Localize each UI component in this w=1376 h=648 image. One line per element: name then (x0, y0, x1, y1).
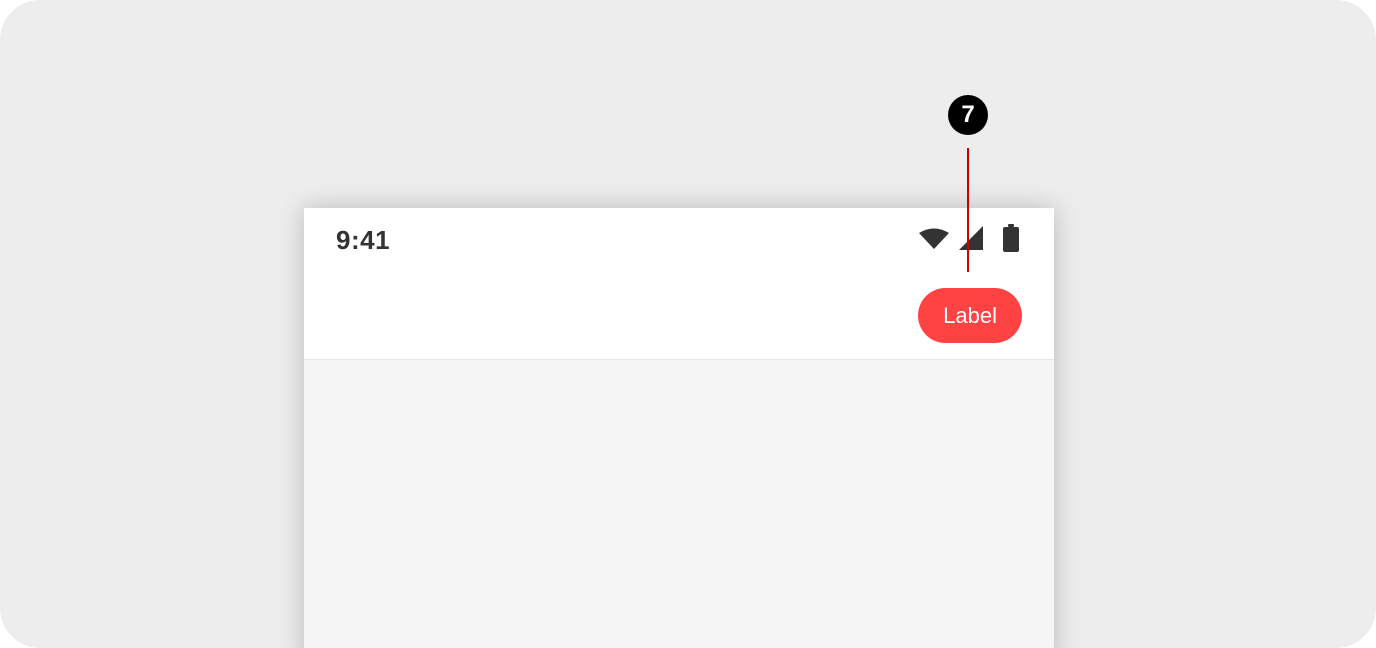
wifi-icon (918, 226, 950, 255)
annotation-marker: 7 (948, 95, 988, 135)
status-icons (910, 223, 1020, 257)
content-area (304, 360, 1054, 648)
battery-icon (1002, 223, 1020, 257)
status-time: 9:41 (336, 225, 391, 255)
annotation-leader-line (967, 148, 969, 272)
phone-screen: 9:41 Label (304, 208, 1054, 648)
cellular-signal-icon (958, 225, 984, 256)
status-bar: 9:41 (304, 208, 1054, 272)
annotation-canvas: 7 9:41 Label (0, 0, 1376, 648)
top-app-bar: Label (304, 272, 1054, 360)
label-action-button[interactable]: Label (918, 288, 1022, 343)
